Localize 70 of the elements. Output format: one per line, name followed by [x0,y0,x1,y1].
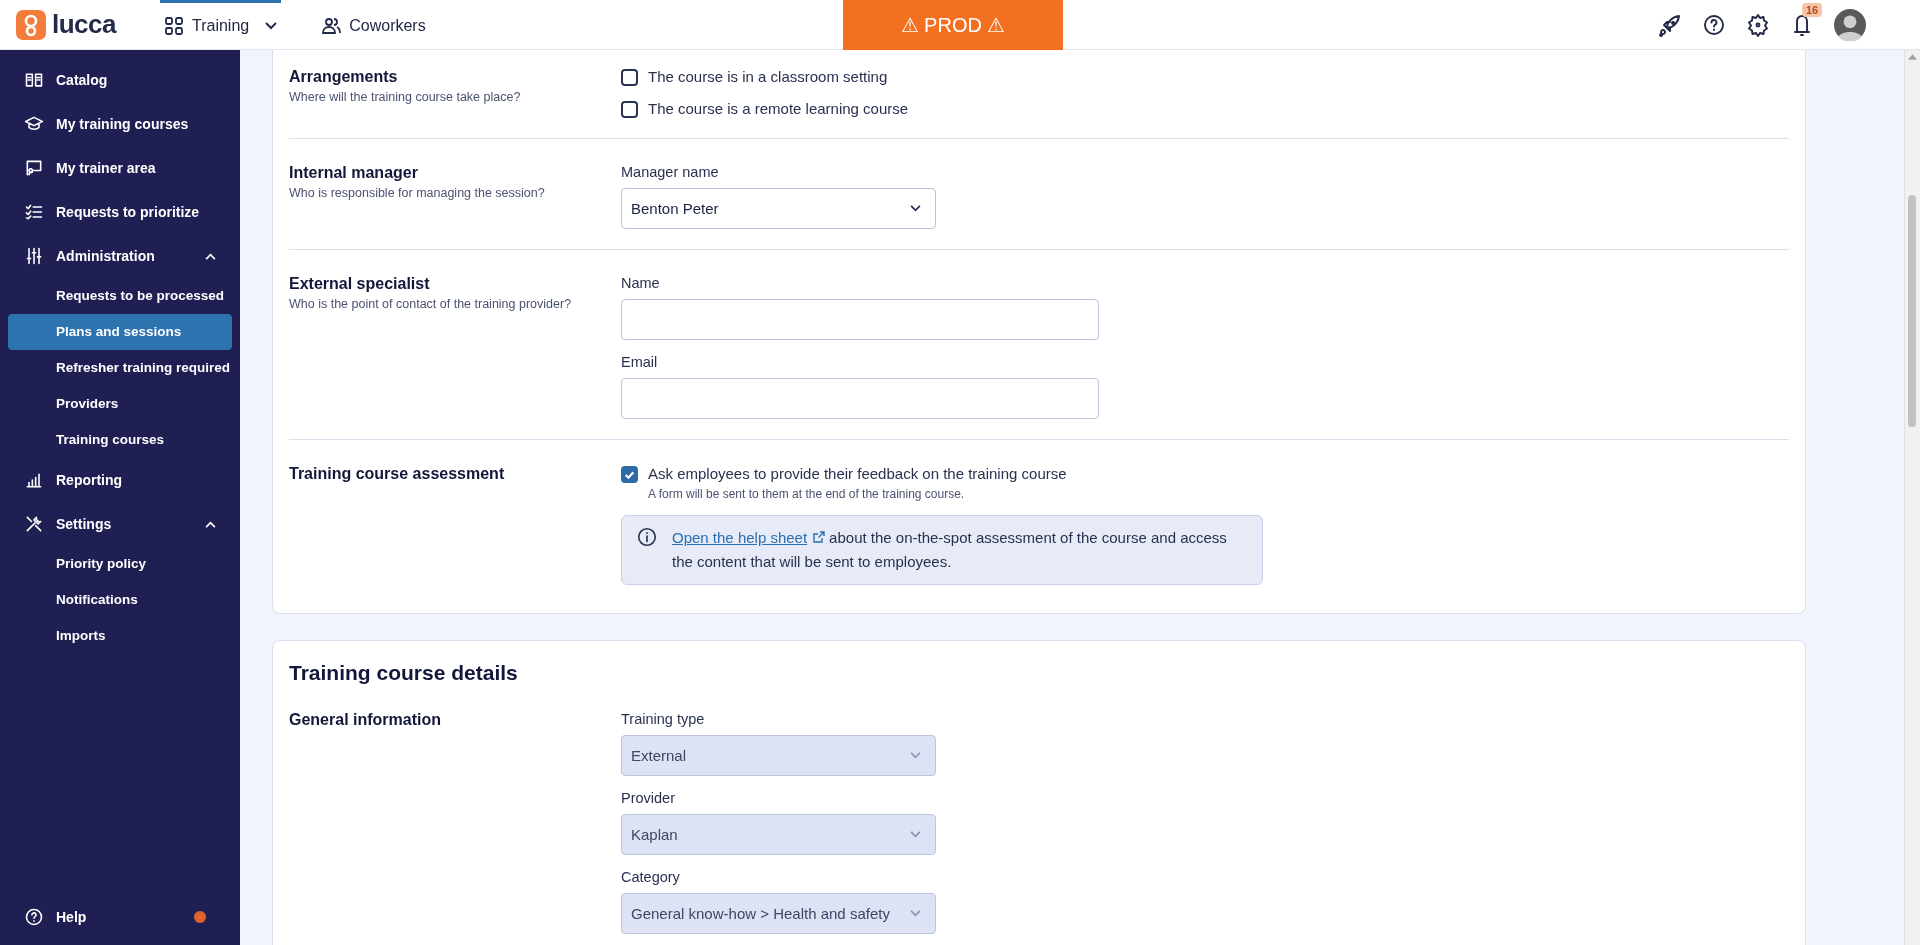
help-link[interactable]: Help [0,895,240,939]
app-name: lucca [52,9,116,40]
sidebar-subitem[interactable]: Providers [8,386,232,422]
checkbox-hint: A form will be sent to them at the end of the training course. [648,487,966,501]
nav-tab[interactable]: Coworkers [317,0,430,50]
sidebar-subitem[interactable]: Training courses [8,422,232,458]
help-icon [24,907,44,927]
menu-item-icon [24,246,44,266]
field-label: Name [621,275,661,291]
sidebar-subitem[interactable]: Priority policy [8,546,232,582]
sidebar-subitem[interactable]: Plans and sessions [8,314,232,350]
input-field[interactable] [621,299,1099,340]
chevron-icon[interactable] [205,252,216,260]
chevron-icon[interactable] [205,520,216,528]
chevron-down-icon [910,205,921,212]
rocket-icon[interactable] [1658,12,1682,37]
field-label: Category [621,869,681,885]
sidebar-item[interactable]: Reporting [0,458,240,502]
section-subtitle: Who is the point of contact of the training provider? [289,297,573,311]
select-field[interactable]: Benton Peter [621,188,936,229]
checkbox-label: The course is a remote learning course [648,100,909,117]
checkbox[interactable] [621,69,638,86]
external-link-icon [813,531,826,543]
chevron-down-icon [910,831,921,838]
chevron-down-icon [910,752,921,759]
sidebar-subitem[interactable]: Imports [8,618,232,654]
menu-item-icon [24,70,44,90]
section-title: External specialist [289,275,431,293]
sidebar-subitem[interactable]: Refresher training required [8,350,232,386]
field-label: Manager name [621,164,720,180]
help-sheet-link[interactable]: Open the help sheet [672,529,830,546]
notification-badge: 16 [1802,2,1823,17]
environment-banner: ⚠ PROD ⚠ [843,0,1063,50]
sidebar-item[interactable]: My training courses [0,102,240,146]
sidebar-item[interactable]: Requests to prioritize [0,190,240,234]
checkbox[interactable] [621,101,638,118]
sidebar-item[interactable]: Settings [0,502,240,546]
section-title: Training course assessment [289,465,506,483]
sidebar-item[interactable]: My trainer area [0,146,240,190]
section-subtitle: Who is responsible for managing the session? [289,186,546,200]
info-icon [636,526,658,548]
settings-icon[interactable] [1746,12,1770,37]
checkbox-label: Ask employees to provide their feedback on the training course [648,465,1067,482]
field-label: Training type [621,711,706,727]
field-label: Email [621,354,659,370]
scrollbar-thumb[interactable] [1908,195,1916,427]
chevron-down-icon [265,22,278,30]
info-text: Open the help sheet about the on-the-spot assessment of the course and access the content that will be sent to employees. [672,528,1228,572]
avatar[interactable] [1834,8,1866,41]
checkbox-label: The course is in a classroom setting [648,68,888,85]
menu-item-icon [24,158,44,178]
section-title: Internal manager [289,164,419,182]
section-subtitle: Where will the training course take place? [289,90,522,104]
field-label: Provider [621,790,676,806]
apps-grid-icon [164,16,184,36]
sidebar-item[interactable]: Catalog [0,58,240,102]
input-field[interactable] [621,378,1099,419]
section-title: General information [289,711,443,729]
sidebar-item[interactable]: Administration [0,234,240,278]
section-title: Arrangements [289,68,399,86]
sidebar-subitem[interactable]: Requests to be processed [8,278,232,314]
logo-icon [16,9,46,40]
help-icon[interactable] [1702,12,1726,37]
sidebar-subitem[interactable]: Notifications [8,582,232,618]
chevron-down-icon [910,910,921,917]
menu-item-icon [24,202,44,222]
menu-item-icon [24,514,44,534]
checkbox[interactable] [621,466,638,483]
people-icon [321,16,342,36]
card-title: Training course details [289,661,519,685]
